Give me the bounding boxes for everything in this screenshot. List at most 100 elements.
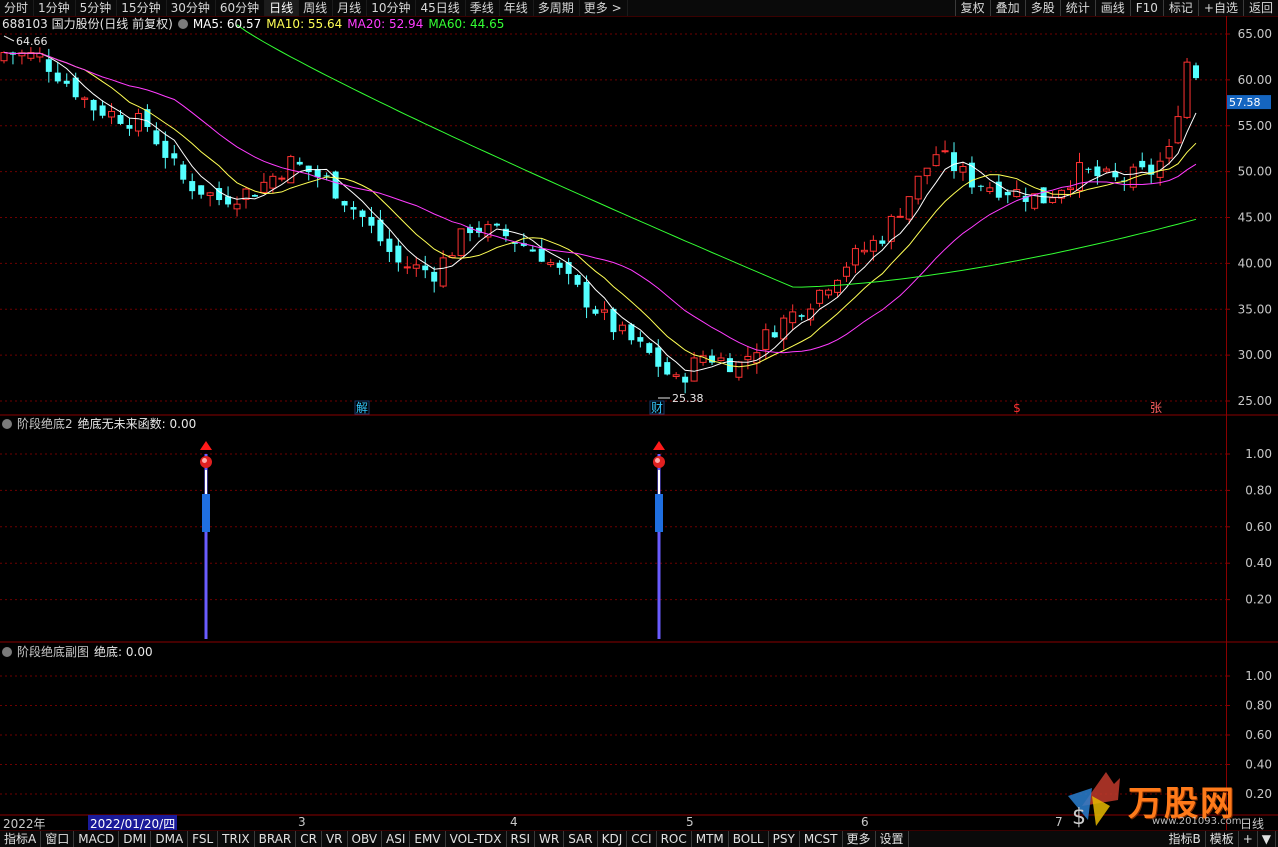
candle-body: [825, 289, 833, 296]
candle-body: [117, 114, 124, 124]
candle-body: [422, 265, 429, 271]
indicator-tab-2[interactable]: MACD: [74, 831, 120, 847]
ma20-line: [3, 52, 1197, 354]
candle-body: [341, 201, 348, 206]
indicator-tab-7[interactable]: BRAR: [255, 831, 297, 847]
candle-body: [134, 113, 142, 132]
signal-arrow-icon: [200, 441, 212, 450]
indicator-right-tab-1[interactable]: 模板: [1206, 831, 1239, 847]
candle-body: [1004, 191, 1011, 196]
candle-body: [851, 248, 859, 266]
main-legend: 688103 国力股份(日线 前复权) MA5: 60.57 MA10: 55.…: [2, 17, 504, 32]
candle-body: [63, 80, 70, 84]
price-tick-label: 50.00: [1238, 165, 1272, 179]
month-label: 5: [686, 815, 694, 829]
indicator-tick-label: 0.80: [1245, 483, 1272, 497]
indicator-right-tab-3[interactable]: ▼: [1258, 831, 1276, 847]
indicator1-title: 阶段绝底2: [17, 417, 73, 431]
indicator-tab-16[interactable]: SAR: [564, 831, 598, 847]
indicator-tab-14[interactable]: RSI: [507, 831, 536, 847]
current-price-value: 57.58: [1229, 96, 1261, 109]
indicator-tick-label: 0.60: [1245, 520, 1272, 534]
candle-body: [771, 332, 778, 338]
candle-body: [610, 308, 617, 333]
indicator-tab-21[interactable]: BOLL: [729, 831, 769, 847]
candle-body: [90, 99, 97, 111]
candle-body: [403, 266, 411, 269]
candle-body: [789, 311, 797, 324]
date-axis: 2022年 2022/01/20/四 3 4 5 6 7: [0, 815, 1228, 832]
indicator-tab-9[interactable]: VR: [322, 831, 348, 847]
settings-circle-icon[interactable]: [2, 647, 12, 657]
ma20-label: MA20: 52.94: [347, 17, 424, 31]
indicator-right-tab-0[interactable]: 指标B: [1164, 831, 1206, 847]
indicator-tab-12[interactable]: EMV: [410, 831, 446, 847]
indicator-tab-19[interactable]: ROC: [657, 831, 692, 847]
indicator-toolbar: 指标A 窗口 MACD DMI DMA FSL TRIX BRAR CR VR OBV ASI EMV V…: [0, 830, 1278, 847]
candle-body: [637, 337, 644, 342]
candle-body: [896, 215, 904, 218]
ma10-label: MA10: 55.64: [266, 17, 343, 31]
month-label: 6: [861, 815, 869, 829]
indicator-tab-13[interactable]: VOL-TDX: [446, 831, 507, 847]
candle-body: [72, 77, 79, 98]
settings-circle-icon[interactable]: [177, 19, 188, 29]
indicator-tab-24[interactable]: 更多: [843, 831, 876, 847]
candle-body: [162, 140, 169, 158]
indicator-tab-0[interactable]: 指标A: [0, 831, 42, 847]
indicator-tab-11[interactable]: ASI: [382, 831, 411, 847]
indicator-right-tab-2[interactable]: +: [1239, 831, 1258, 847]
candle-body: [547, 262, 555, 266]
signal-bar-block: [655, 494, 663, 532]
signal-dot-highlight: [202, 458, 207, 463]
indicator-tab-25[interactable]: 设置: [876, 831, 909, 847]
indicator-tick-label: 1.00: [1245, 669, 1272, 683]
event-marker: 张: [1150, 401, 1162, 415]
indicator-tab-3[interactable]: DMI: [119, 831, 152, 847]
signal-bar-block: [202, 494, 210, 532]
indicator-tab-23[interactable]: MCST: [800, 831, 843, 847]
candle-body: [887, 215, 895, 242]
ma10-line: [3, 52, 1197, 368]
candle-body: [753, 352, 761, 364]
candle-body: [81, 97, 89, 100]
indicator-tab-18[interactable]: CCI: [627, 831, 657, 847]
candle-body: [735, 361, 743, 378]
indicator-tab-5[interactable]: FSL: [188, 831, 219, 847]
indicator-tab-22[interactable]: PSY: [769, 831, 800, 847]
indicator-tab-20[interactable]: MTM: [692, 831, 729, 847]
candle-body: [54, 72, 61, 82]
indicator-tab-17[interactable]: KDJ: [598, 831, 628, 847]
candle-body: [842, 266, 850, 277]
candle-body: [171, 153, 178, 159]
candle-body: [180, 164, 187, 180]
indicator1-legend: 阶段绝底2 绝底无未来函数: 0.00: [2, 417, 196, 432]
candle-body: [198, 185, 205, 195]
candle-body: [1085, 168, 1092, 170]
candle-body: [762, 329, 770, 350]
candle-body: [914, 175, 922, 200]
indicator-tab-1[interactable]: 窗口: [41, 831, 75, 847]
settings-circle-icon[interactable]: [2, 419, 12, 429]
candle-body: [233, 203, 241, 210]
price-tick-label: 30.00: [1238, 348, 1272, 362]
indicator-right-tabs: 指标B 模板 + ▼: [1164, 831, 1276, 847]
indicator-tab-8[interactable]: CR: [296, 831, 322, 847]
price-tick-label: 65.00: [1238, 27, 1272, 41]
candle-body: [439, 257, 447, 287]
indicator-tab-6[interactable]: TRIX: [218, 831, 255, 847]
candle-body: [1112, 171, 1119, 178]
candle-body: [269, 175, 277, 189]
indicator-tab-15[interactable]: WR: [535, 831, 565, 847]
candle-body: [646, 343, 653, 353]
indicator-tick-label: 1.00: [1245, 447, 1272, 461]
candle-body: [386, 238, 393, 252]
indicator-tab-4[interactable]: DMA: [151, 831, 189, 847]
event-marker: $: [1013, 401, 1021, 415]
indicator-tab-10[interactable]: OBV: [348, 831, 383, 847]
candle-body: [431, 271, 438, 282]
low-price-label: 25.38: [672, 392, 704, 405]
candle-body: [359, 210, 366, 217]
candle-body: [0, 52, 8, 62]
candle-body: [1193, 65, 1199, 79]
